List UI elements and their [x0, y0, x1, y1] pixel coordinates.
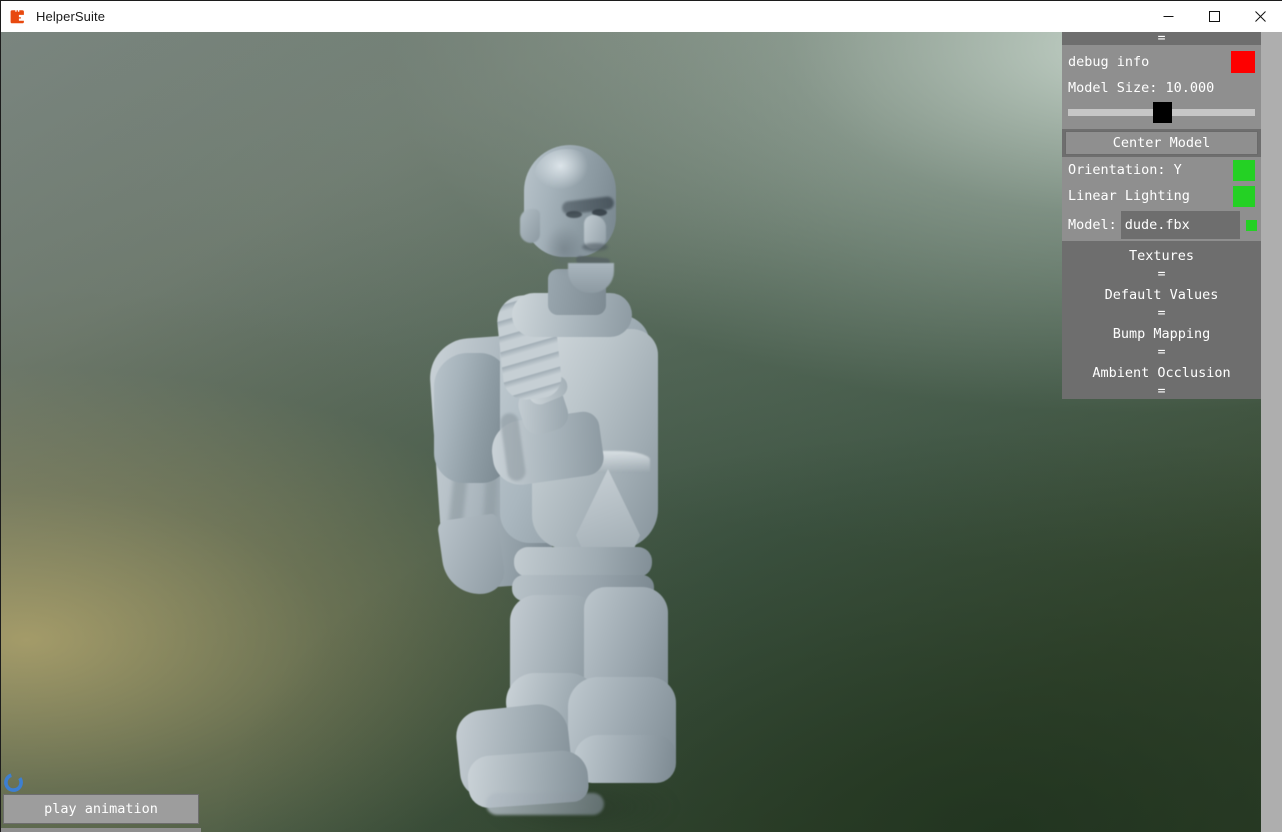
model-size-slider-track[interactable]: [1068, 101, 1255, 123]
model-right-boot-toe: [574, 735, 676, 783]
maximize-button[interactable]: [1191, 1, 1237, 32]
folder-default-values[interactable]: Default Values: [1062, 282, 1261, 307]
model-nose-shadow: [582, 243, 608, 251]
model-boot-sole: [486, 793, 604, 815]
model-skull-highlight: [534, 149, 600, 205]
model-cape-tip: [436, 513, 508, 599]
character-model-dude[interactable]: [416, 117, 736, 832]
linear-lighting-toggle[interactable]: [1233, 185, 1255, 207]
model-belt: [514, 547, 652, 577]
folder-bump-mapping-separator[interactable]: =: [1062, 346, 1261, 360]
center-model-button[interactable]: Center Model: [1065, 131, 1258, 155]
linear-lighting-row[interactable]: Linear Lighting: [1062, 183, 1261, 209]
debug-info-toggle[interactable]: [1231, 51, 1255, 73]
application-window: HelperSuite play animation = debug info …: [0, 0, 1282, 832]
linear-lighting-label: Linear Lighting: [1068, 188, 1190, 204]
title-bar: HelperSuite: [1, 1, 1282, 32]
orientation-toggle[interactable]: [1233, 159, 1255, 181]
update-animation-row[interactable]: Update Animation: [1, 828, 201, 832]
center-model-label: Center Model: [1112, 135, 1211, 151]
model-size-slider-row[interactable]: [1062, 101, 1261, 123]
model-size-slider-thumb[interactable]: [1152, 101, 1172, 123]
window-title: HelperSuite: [36, 9, 106, 24]
folder-ambient-occlusion-label: Ambient Occlusion: [1092, 364, 1231, 381]
folder-ambient-occlusion[interactable]: Ambient Occlusion: [1062, 360, 1261, 385]
model-field-indicator[interactable]: [1246, 219, 1257, 231]
model-geometry: [416, 117, 736, 815]
close-button[interactable]: [1237, 1, 1282, 32]
model-field-row[interactable]: Model: dude.fbx: [1062, 209, 1261, 241]
panel-collapse-handle[interactable]: =: [1062, 32, 1261, 45]
folder-bump-mapping-label: Bump Mapping: [1112, 325, 1211, 342]
debug-info-row[interactable]: debug info: [1062, 49, 1261, 75]
control-panel[interactable]: = debug info Model Size: 10.000 Center M…: [1062, 32, 1261, 399]
model-ear: [520, 209, 540, 243]
folder-textures[interactable]: Textures: [1062, 243, 1261, 268]
folder-textures-separator[interactable]: =: [1062, 268, 1261, 282]
panel-grip-glyph: =: [1157, 30, 1166, 46]
play-animation-button[interactable]: play animation: [3, 794, 199, 824]
loading-spinner-icon[interactable]: [3, 772, 24, 793]
title-bar-left[interactable]: HelperSuite: [1, 1, 1145, 32]
model-size-label: Model Size: 10.000: [1068, 80, 1215, 96]
folder-ambient-occlusion-separator[interactable]: =: [1062, 385, 1261, 399]
minimize-button[interactable]: [1145, 1, 1191, 32]
model-field-label: Model:: [1068, 217, 1117, 233]
model-left-eye: [566, 211, 582, 218]
model-size-row: Model Size: 10.000: [1062, 75, 1261, 101]
orientation-row[interactable]: Orientation: Y: [1062, 157, 1261, 183]
panel-scrollbar[interactable]: [1261, 32, 1282, 832]
folder-bump-mapping[interactable]: Bump Mapping: [1062, 321, 1261, 346]
debug-info-label: debug info: [1068, 54, 1150, 70]
folder-textures-label: Textures: [1128, 247, 1195, 264]
panel-section-toggles: Orientation: Y Linear Lighting Model: du…: [1062, 157, 1261, 241]
panel-section-folders: Textures = Default Values = Bump Mapping…: [1062, 241, 1261, 399]
model-field-input[interactable]: dude.fbx: [1120, 211, 1240, 239]
panel-section-debug: debug info Model Size: 10.000: [1062, 45, 1261, 129]
helpersuite-logo-icon: [10, 8, 27, 25]
orientation-label: Orientation: Y: [1068, 162, 1182, 178]
play-animation-label: play animation: [44, 801, 158, 817]
folder-default-values-label: Default Values: [1104, 286, 1219, 303]
folder-default-values-separator[interactable]: =: [1062, 307, 1261, 321]
